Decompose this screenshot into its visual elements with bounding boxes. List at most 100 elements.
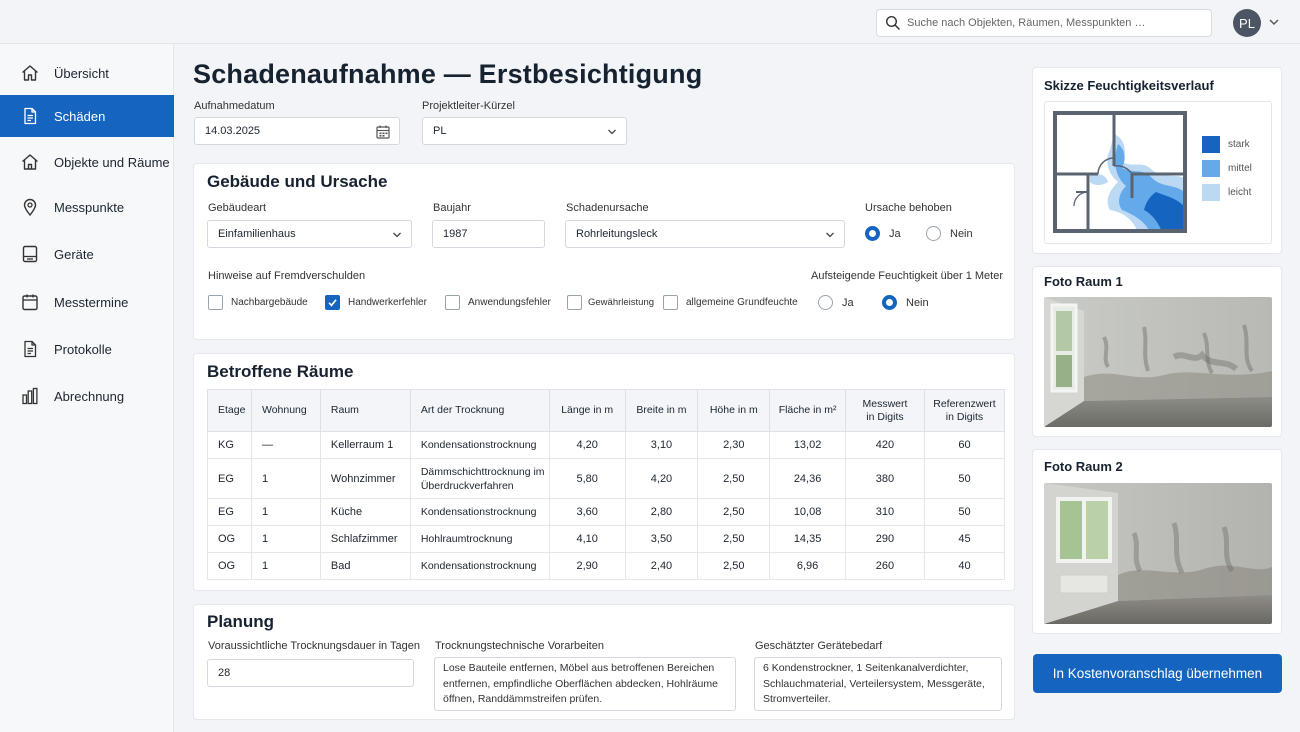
radio-dot[interactable] <box>818 295 833 310</box>
radio-dot[interactable] <box>926 226 941 241</box>
table-cell: KG <box>207 431 252 459</box>
document-icon <box>20 106 40 126</box>
sidebar-item-label: Objekte und Räume <box>54 154 170 170</box>
table-cell: 6,96 <box>769 552 846 580</box>
radio-label: Ja <box>842 296 854 309</box>
table-cell: Wohnzimmer <box>319 458 411 499</box>
sidebar-item-messpunkte[interactable]: Messpunkte <box>0 186 174 228</box>
table-cell: 4,10 <box>548 525 626 553</box>
sidebar-item-uebersicht[interactable]: Übersicht <box>0 52 174 94</box>
sidebar-item-objekte[interactable]: Objekte und Räume <box>0 141 174 183</box>
table-cell: 2,50 <box>697 458 771 499</box>
date-label: Aufnahmedatum <box>194 100 275 112</box>
table-row[interactable]: KG — Kellerraum 1 Kondensationstrocknung 4,2… <box>207 431 1006 459</box>
home-icon <box>20 63 40 83</box>
calendar-icon <box>20 292 40 312</box>
radio-label: Nein <box>906 296 929 309</box>
hint-checkbox[interactable]: Gewährleistung <box>567 295 654 310</box>
checkbox-box[interactable] <box>208 295 223 310</box>
duration-field[interactable]: 28 <box>207 659 414 687</box>
table-cell: 50 <box>923 498 1006 526</box>
fixed-no-radio[interactable]: Nein <box>926 226 973 241</box>
legend-swatch-light <box>1202 184 1220 201</box>
hint-checkbox[interactable]: Nachbargebäude <box>208 295 308 310</box>
rising-yes-radio[interactable]: Ja <box>818 295 854 310</box>
radio-label: Nein <box>950 227 973 240</box>
search-box[interactable] <box>876 9 1212 37</box>
radio-dot[interactable] <box>882 295 897 310</box>
table-header-row: Etage Wohnung Raum Art der Trocknung Län… <box>207 389 1006 432</box>
rooms-table: Etage Wohnung Raum Art der Trocknung Län… <box>207 389 1006 580</box>
table-cell: EG <box>207 498 252 526</box>
table-cell: 3,10 <box>624 431 699 459</box>
transfer-to-quote-button[interactable]: In Kostenvoranschlag übernehmen <box>1033 654 1282 693</box>
sidebar-item-label: Schäden <box>54 108 106 124</box>
cause-select[interactable]: Rohrleitungsleck <box>565 220 845 248</box>
radio-label: Ja <box>889 227 901 240</box>
table-cell: — <box>250 431 321 459</box>
table-cell: 1 <box>250 552 321 580</box>
table-cell: 13,02 <box>769 431 846 459</box>
hint-checkbox[interactable]: allgemeine Grundfeuchte <box>663 295 798 310</box>
document-icon <box>20 339 40 359</box>
year-value: 1987 <box>443 228 468 240</box>
sidebar-item-abrechnung[interactable]: Abrechnung <box>0 375 174 417</box>
sidebar-item-protokolle[interactable]: Protokolle <box>0 328 174 370</box>
column-header: Raum <box>319 389 411 432</box>
table-cell: 3,60 <box>548 498 626 526</box>
sidebar-item-geraete[interactable]: Geräte <box>0 233 174 275</box>
chevron-down-icon[interactable] <box>1268 17 1280 27</box>
pl-value: PL <box>433 125 447 137</box>
building-type-select[interactable]: Einfamilienhaus <box>207 220 412 248</box>
fixed-yes-radio[interactable]: Ja <box>865 226 901 241</box>
avatar[interactable]: PL <box>1233 9 1261 37</box>
table-row[interactable]: EG 1 Küche Kondensationstrocknung 3,60 2,80 2,… <box>207 498 1006 526</box>
chevron-down-icon <box>826 232 834 238</box>
column-header: Länge in m <box>548 389 626 432</box>
table-row[interactable]: OG 1 Schlafzimmer Hohlraumtrocknung 4,10 3,50… <box>207 525 1006 553</box>
table-cell: 14,35 <box>769 525 846 553</box>
check-icon <box>328 299 337 307</box>
equipment-textarea[interactable]: 6 Kondenstrockner, 1 Seitenkanalverdicht… <box>754 657 1002 711</box>
year-label: Baujahr <box>433 202 471 214</box>
column-header: Etage <box>207 389 252 432</box>
building-icon <box>20 152 40 172</box>
table-cell: 60 <box>923 431 1006 459</box>
device-icon <box>20 244 40 264</box>
rising-label: Aufsteigende Feuchtigkeit über 1 Meter <box>811 270 1004 282</box>
table-row[interactable]: EG 1 Wohnzimmer Dämmschichttrocknung im Übe… <box>207 458 1006 499</box>
rising-no-radio[interactable]: Nein <box>882 295 929 310</box>
table-cell: Kellerraum 1 <box>319 431 411 459</box>
year-field[interactable]: 1987 <box>432 220 545 248</box>
sidebar-item-messtermine[interactable]: Messtermine <box>0 281 174 323</box>
table-cell: 2,50 <box>697 552 771 580</box>
checkbox-box[interactable] <box>325 295 340 310</box>
date-field[interactable]: 14.03.2025 <box>194 117 400 145</box>
column-header: Wohnung <box>250 389 321 432</box>
table-row[interactable]: OG 1 Bad Kondensationstrocknung 2,90 2,40 2,50… <box>207 552 1006 580</box>
column-header: Art der Trocknung <box>409 389 550 432</box>
checkbox-box[interactable] <box>445 295 460 310</box>
radio-dot[interactable] <box>865 226 880 241</box>
search-icon <box>885 15 901 31</box>
sidebar-item-schaeden[interactable]: Schäden <box>0 95 174 137</box>
hint-checkbox[interactable]: Anwendungsfehler <box>445 295 551 310</box>
sidebar-item-label: Messpunkte <box>54 199 125 215</box>
sidebar-item-label: Geräte <box>54 246 94 262</box>
search-input[interactable] <box>907 17 1197 29</box>
column-header: Referenzwert in Digits <box>923 389 1006 432</box>
top-bar: PL <box>0 0 1300 44</box>
hint-checkbox[interactable]: Handwerkerfehler <box>325 295 427 310</box>
calendar-icon[interactable] <box>375 124 391 140</box>
date-value: 14.03.2025 <box>205 125 261 137</box>
sidebar-item-label: Protokolle <box>54 341 112 357</box>
prep-textarea[interactable]: Lose Bauteile entfernen, Möbel aus betro… <box>434 657 736 711</box>
checkbox-box[interactable] <box>663 295 678 310</box>
table-cell: 45 <box>923 525 1006 553</box>
pl-select[interactable]: PL <box>422 117 627 145</box>
checkbox-box[interactable] <box>567 295 582 310</box>
table-cell: Küche <box>319 498 411 526</box>
checkbox-label: Anwendungsfehler <box>468 297 551 308</box>
table-cell: Schlafzimmer <box>319 525 411 553</box>
table-cell: 40 <box>923 552 1006 580</box>
